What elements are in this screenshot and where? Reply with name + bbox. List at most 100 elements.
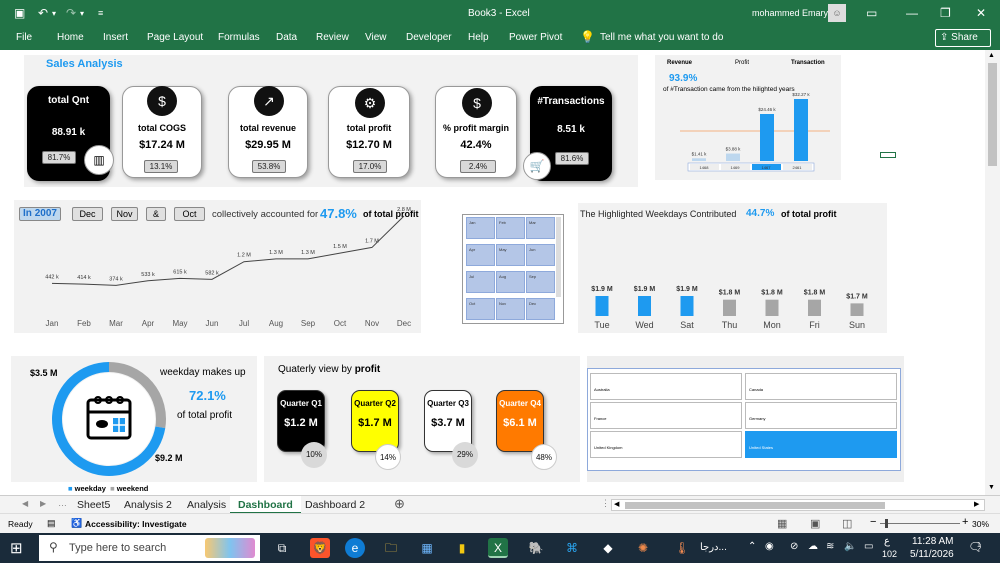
- more-sheets-icon[interactable]: …: [58, 498, 67, 508]
- vscode-icon[interactable]: ⌘: [562, 538, 582, 558]
- scroll-right-icon[interactable]: ▶: [974, 500, 979, 508]
- add-sheet-icon[interactable]: ⊕: [394, 496, 405, 512]
- file-explorer-icon[interactable]: 🗀: [381, 538, 401, 558]
- selected-cell[interactable]: [880, 152, 896, 158]
- zoom-slider[interactable]: [880, 523, 960, 524]
- slicer-month-jul[interactable]: Jul: [466, 271, 495, 293]
- tray-app-icon[interactable]: ◉: [765, 541, 774, 552]
- app-star-icon[interactable]: ✺: [633, 538, 653, 558]
- country-united-kingdom[interactable]: United Kingdom: [590, 431, 742, 458]
- tab-data[interactable]: Data: [276, 32, 297, 43]
- slicer-month-feb[interactable]: Feb: [496, 217, 525, 239]
- scroll-left-icon[interactable]: ◀: [614, 500, 619, 508]
- h-scroll-thumb[interactable]: [625, 502, 885, 509]
- prev-sheet-icon[interactable]: ◀: [22, 499, 28, 508]
- autosave-icon[interactable]: ▣: [14, 6, 25, 20]
- slicer-month-jan[interactable]: Jan: [466, 217, 495, 239]
- page-break-view-icon[interactable]: ◫: [842, 517, 852, 530]
- sheet-tab-dashboard[interactable]: Dashboard: [230, 496, 301, 514]
- slicer-scrollbar[interactable]: [556, 217, 561, 297]
- weather-thermometer-icon[interactable]: 🌡: [672, 538, 692, 558]
- wifi-icon[interactable]: ≋: [826, 541, 834, 552]
- zoom-in-icon[interactable]: +: [962, 516, 968, 528]
- slicer-month-mar[interactable]: Mar: [526, 217, 555, 239]
- scroll-thumb[interactable]: [988, 63, 997, 166]
- minimize-icon[interactable]: —: [906, 6, 918, 20]
- tab-insert[interactable]: Insert: [103, 32, 128, 43]
- sheet-tab-analysis[interactable]: Analysis: [179, 496, 234, 514]
- tray-chevron-icon[interactable]: ⌃: [748, 541, 756, 552]
- share-button[interactable]: ⇪ Share: [935, 29, 991, 47]
- macro-record-icon[interactable]: ▤: [47, 518, 56, 529]
- country-france[interactable]: France: [590, 402, 742, 429]
- power-bi-icon[interactable]: ▮: [452, 538, 472, 558]
- tab-developer[interactable]: Developer: [406, 32, 452, 43]
- tray-security-icon[interactable]: ⊘: [790, 541, 798, 552]
- ribbon-display-icon[interactable]: ▭: [866, 6, 877, 20]
- undo-dropdown-icon[interactable]: ▾: [52, 9, 56, 18]
- sheet-tab-analysis-2[interactable]: Analysis 2: [116, 496, 180, 514]
- windows-start-icon[interactable]: ⊞: [10, 539, 23, 557]
- zoom-out-icon[interactable]: −: [870, 516, 876, 528]
- battery-icon[interactable]: ▭: [864, 541, 873, 552]
- country-slicer[interactable]: Australia Canada France Germany United K…: [587, 368, 901, 471]
- page-layout-view-icon[interactable]: ▣: [810, 517, 820, 530]
- postgres-icon[interactable]: 🐘: [526, 538, 546, 558]
- country-canada[interactable]: Canada: [745, 373, 897, 400]
- redo-dropdown-icon[interactable]: ▾: [80, 9, 84, 18]
- tab-power-pivot[interactable]: Power Pivot: [509, 32, 562, 43]
- sheet-tab-dashboard-2[interactable]: Dashboard 2: [297, 496, 373, 514]
- country-germany[interactable]: Germany: [745, 402, 897, 429]
- customize-qat-icon[interactable]: ≡: [98, 8, 103, 18]
- tab-split-icon[interactable]: ⋮: [601, 498, 610, 509]
- user-name[interactable]: mohammed Emary: [752, 8, 828, 18]
- language-indicator[interactable]: ع: [884, 536, 890, 547]
- next-sheet-icon[interactable]: ▶: [40, 499, 46, 508]
- excel-icon[interactable]: X: [488, 538, 508, 558]
- user-avatar[interactable]: ☺: [828, 4, 846, 22]
- app-cube-icon[interactable]: ◆: [598, 538, 618, 558]
- tell-me-search[interactable]: Tell me what you want to do: [600, 32, 723, 43]
- slicer-month-dec[interactable]: Dec: [526, 298, 555, 320]
- slicer-month-aug[interactable]: Aug: [496, 271, 525, 293]
- slicer-month-jun[interactable]: Jun: [526, 244, 555, 266]
- tab-view[interactable]: View: [365, 32, 387, 43]
- accessibility-status[interactable]: Accessibility: Investigate: [85, 519, 187, 529]
- country-united-states[interactable]: United States: [745, 431, 897, 458]
- task-view-icon[interactable]: ⧉: [272, 538, 292, 558]
- worksheet-area[interactable]: Sales Analysis total Qnt 88.91 k 81.7% ▥…: [0, 50, 985, 495]
- slicer-month-may[interactable]: May: [496, 244, 525, 266]
- slicer-month-nov[interactable]: Nov: [496, 298, 525, 320]
- scroll-down-icon[interactable]: ▼: [988, 484, 995, 491]
- redo-icon[interactable]: ↷: [66, 6, 76, 20]
- tab-formulas[interactable]: Formulas: [218, 32, 260, 43]
- slicer-month-apr[interactable]: Apr: [466, 244, 495, 266]
- edge-icon[interactable]: e: [345, 538, 365, 558]
- tray-cloud-icon[interactable]: ☁: [808, 541, 818, 552]
- tab-review[interactable]: Review: [316, 32, 349, 43]
- undo-icon[interactable]: ↶: [38, 6, 48, 20]
- slicer-month-sep[interactable]: Sep: [526, 271, 555, 293]
- tab-help[interactable]: Help: [468, 32, 489, 43]
- tab-file[interactable]: File: [16, 32, 32, 43]
- month-slicer[interactable]: Jan Feb Mar Apr May Jun Jul Aug Sep Oct Nov Dec: [462, 214, 564, 324]
- vertical-scrollbar[interactable]: ▲ ▼: [985, 50, 1000, 495]
- clock-date[interactable]: 5/11/2026: [910, 549, 954, 560]
- clock-time[interactable]: 11:28 AM: [912, 536, 954, 547]
- store-icon[interactable]: ▦: [417, 538, 437, 558]
- tab-page-layout[interactable]: Page Layout: [147, 32, 203, 43]
- language-code[interactable]: 102: [882, 549, 897, 559]
- accessibility-icon[interactable]: ♿: [71, 518, 82, 529]
- maximize-icon[interactable]: ❐: [940, 6, 951, 20]
- volume-icon[interactable]: 🔈: [844, 541, 856, 552]
- tab-home[interactable]: Home: [57, 32, 84, 43]
- taskbar-search[interactable]: ⚲ Type here to search: [39, 535, 260, 561]
- scroll-up-icon[interactable]: ▲: [988, 52, 995, 59]
- country-australia[interactable]: Australia: [590, 373, 742, 400]
- slicer-month-oct[interactable]: Oct: [466, 298, 495, 320]
- zoom-level[interactable]: 30%: [972, 519, 989, 529]
- horizontal-scrollbar[interactable]: ◀ ▶: [611, 499, 985, 511]
- close-icon[interactable]: ✕: [976, 6, 986, 20]
- sheet-tab-sheet5[interactable]: Sheet5: [69, 496, 118, 514]
- zoom-slider-thumb[interactable]: [885, 519, 888, 528]
